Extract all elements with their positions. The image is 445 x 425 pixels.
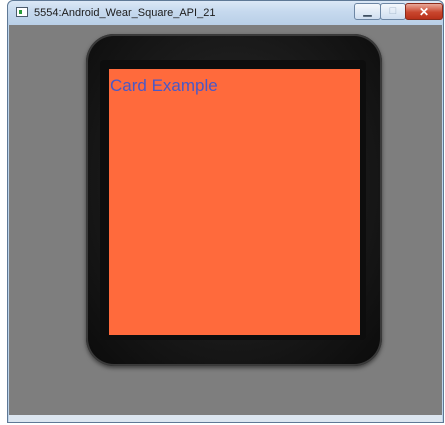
- maximize-icon: □: [389, 5, 397, 17]
- watch-screen[interactable]: Card Example: [109, 69, 360, 335]
- title-bar[interactable]: 5554:Android_Wear_Square_API_21 ▁ □ ✕: [8, 1, 443, 25]
- emulator-client-area: Card Example: [9, 25, 442, 415]
- window-bottom-border: [9, 415, 442, 422]
- minimize-icon: ▁: [363, 5, 372, 17]
- maximize-button[interactable]: □: [380, 3, 406, 20]
- close-icon: ✕: [418, 4, 430, 19]
- wear-device-frame: Card Example: [86, 34, 382, 366]
- close-button[interactable]: ✕: [405, 3, 443, 20]
- window-title: 5554:Android_Wear_Square_API_21: [34, 7, 216, 19]
- card-title: Card Example: [110, 76, 218, 95]
- app-window-icon: [16, 7, 28, 17]
- emulator-window: 5554:Android_Wear_Square_API_21 ▁ □ ✕ Ca…: [7, 0, 444, 423]
- device-bezel: Card Example: [100, 60, 366, 340]
- minimize-button[interactable]: ▁: [354, 3, 381, 20]
